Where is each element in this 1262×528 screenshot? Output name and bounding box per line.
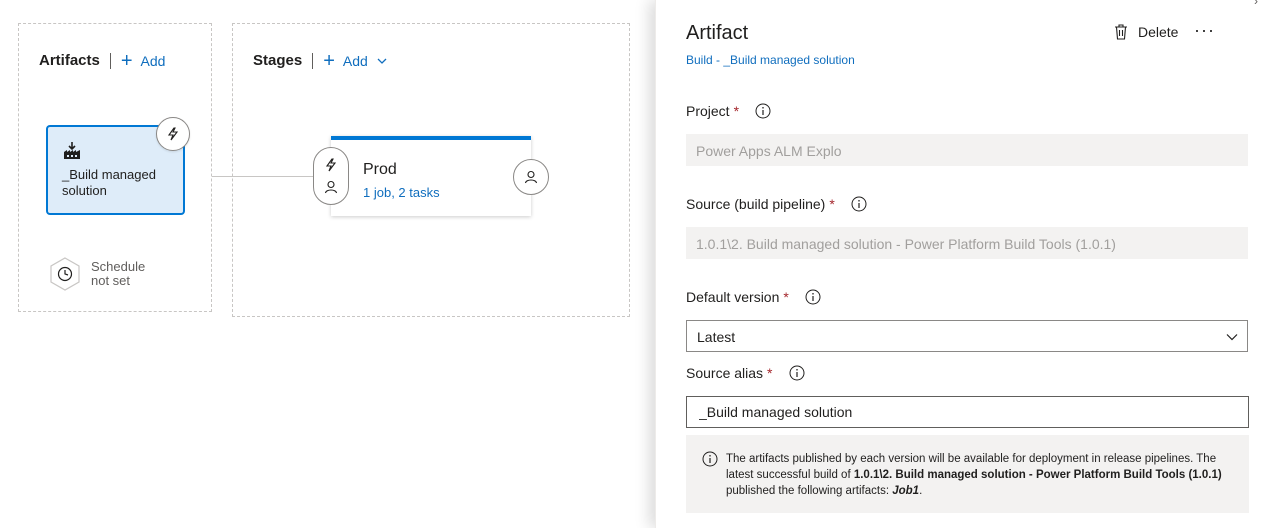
- plus-icon: +: [120, 49, 133, 72]
- required-marker: *: [829, 196, 835, 212]
- lightning-icon: [325, 158, 337, 172]
- default-version-label-row: Default version *: [686, 289, 821, 305]
- artifacts-header: Artifacts + Add: [39, 49, 166, 72]
- schedule-trigger[interactable]: Schedule not set: [47, 256, 145, 292]
- project-field: Power Apps ALM Explo: [686, 134, 1248, 166]
- plus-icon: +: [323, 49, 335, 72]
- stage-card-prod[interactable]: Prod 1 job, 2 tasks: [331, 136, 531, 216]
- project-label: Project: [686, 103, 730, 119]
- continuous-deployment-trigger[interactable]: [156, 117, 190, 151]
- info-icon[interactable]: [851, 196, 867, 212]
- add-stage-button[interactable]: + Add: [323, 49, 388, 72]
- artifact-details-panel: › Artifact Build - _Build managed soluti…: [655, 0, 1262, 528]
- add-artifact-button[interactable]: + Add: [120, 49, 166, 72]
- info-icon[interactable]: [805, 289, 821, 305]
- source-label: Source (build pipeline): [686, 196, 826, 212]
- info-text-2: published the following artifacts:: [726, 485, 893, 497]
- post-deployment-approvals[interactable]: [513, 159, 549, 195]
- chevron-down-icon: [377, 58, 387, 64]
- stages-header: Stages + Add: [253, 49, 388, 72]
- default-version-select[interactable]: Latest: [686, 320, 1248, 352]
- stage-name: Prod: [363, 161, 397, 178]
- required-marker: *: [767, 365, 773, 381]
- header-separator: [109, 52, 111, 69]
- default-version-label: Default version: [686, 289, 780, 305]
- default-version-value: Latest: [697, 329, 736, 345]
- required-marker: *: [783, 289, 789, 305]
- info-icon: [702, 451, 718, 467]
- pipeline-canvas: Artifacts + Add _Build managed solution: [0, 0, 655, 528]
- stages-title: Stages: [253, 52, 303, 69]
- project-label-row: Project *: [686, 103, 771, 119]
- source-label-row: Source (build pipeline) *: [686, 196, 867, 212]
- source-alias-input[interactable]: [686, 396, 1249, 428]
- info-build-name: 1.0.1\2. Build managed solution - Power …: [853, 469, 1222, 481]
- panel-title: Artifact: [686, 22, 749, 44]
- person-icon: [524, 170, 538, 184]
- info-artifact-name: Job1: [892, 485, 920, 497]
- header-separator: [312, 52, 314, 69]
- pre-deployment-conditions[interactable]: [313, 147, 349, 205]
- schedule-line2: not set: [91, 273, 131, 288]
- chevron-down-icon: [1226, 334, 1238, 341]
- info-icon[interactable]: [789, 365, 805, 381]
- source-field: 1.0.1\2. Build managed solution - Power …: [686, 227, 1248, 259]
- person-icon: [324, 180, 338, 194]
- schedule-label: Schedule not set: [91, 260, 145, 288]
- chevron-right-icon[interactable]: ›: [1254, 0, 1258, 8]
- delete-label: Delete: [1138, 24, 1179, 40]
- add-artifact-label: Add: [140, 52, 166, 69]
- add-stage-label: Add: [342, 52, 368, 69]
- info-text-end: .: [919, 485, 923, 497]
- lightning-icon: [167, 127, 179, 141]
- info-icon[interactable]: [755, 103, 771, 119]
- trash-icon: [1115, 24, 1127, 40]
- artifacts-title: Artifacts: [39, 52, 100, 69]
- required-marker: *: [733, 103, 740, 119]
- source-alias-label: Source alias: [686, 365, 764, 381]
- source-alias-label-row: Source alias *: [686, 365, 805, 381]
- build-artifact-icon: [64, 142, 80, 159]
- more-options-button[interactable]: ···: [1194, 20, 1215, 41]
- delete-button[interactable]: Delete: [1114, 24, 1178, 40]
- artifacts-section: Artifacts + Add _Build managed solution: [18, 23, 212, 312]
- panel-subtitle-link[interactable]: Build - _Build managed solution: [686, 53, 855, 67]
- stage-tasks-link[interactable]: 1 job, 2 tasks: [363, 185, 440, 200]
- artifact-name: _Build managed solution: [62, 167, 156, 198]
- schedule-line1: Schedule: [91, 259, 146, 274]
- artifacts-info-message: The artifacts published by each version …: [686, 435, 1249, 513]
- schedule-clock-icon: [50, 257, 80, 291]
